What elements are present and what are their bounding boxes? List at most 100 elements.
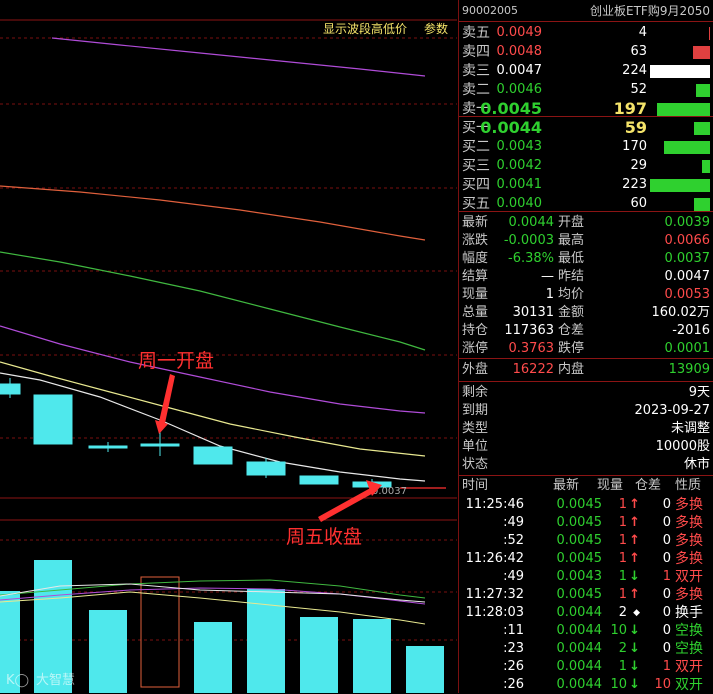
asks-level-4[interactable]: 卖二 0.0046 52 xyxy=(459,81,713,99)
tick-delta: 0 xyxy=(662,551,671,566)
stat-value: -2016 xyxy=(672,323,710,338)
bids-level-4[interactable]: 买四 0.0041 223 xyxy=(459,176,713,194)
tick-delta: 0 xyxy=(662,641,671,656)
bids-volume: 223 xyxy=(622,177,647,192)
stats-row: 现量 1 均价 0.0053 xyxy=(459,286,713,304)
stat-label: 均价 xyxy=(558,287,585,302)
stats-row: 最新 0.0044 开盘 0.0039 xyxy=(459,214,713,232)
asks-volume-bar xyxy=(650,65,710,78)
tick-price: 0.0044 xyxy=(556,623,603,638)
info-value: 2023-09-27 xyxy=(634,403,710,418)
asks-price: 0.0048 xyxy=(496,44,543,59)
stats-row: 结算 — 昨结 0.0047 xyxy=(459,268,713,286)
asks-volume: 4 xyxy=(638,25,647,40)
outer-value: 16222 xyxy=(512,362,554,377)
stats-row: 幅度 -6.38% 最低 0.0037 xyxy=(459,250,713,268)
tick-volume: 2 xyxy=(618,605,627,620)
panel-borders xyxy=(0,19,457,521)
tick-row[interactable]: 11:27:32 0.0045 1 ↑ 0 多换 xyxy=(459,586,713,604)
tick-volume: 1 xyxy=(618,659,627,674)
security-name: 创业板ETF购9月2050 xyxy=(590,4,710,18)
inner-label: 内盘 xyxy=(558,362,585,377)
tick-row[interactable]: :11 0.0044 10 ↓ 0 空换 xyxy=(459,622,713,640)
tick-delta: 0 xyxy=(662,533,671,548)
tick-row[interactable]: :52 0.0045 1 ↑ 0 多换 xyxy=(459,532,713,550)
tick-price: 0.0043 xyxy=(556,569,603,584)
watermark-logo: 大智慧 xyxy=(36,672,75,688)
tick-volume: 1 xyxy=(618,569,627,584)
bids-price: 0.0043 xyxy=(496,139,543,154)
candle-2 xyxy=(33,394,73,445)
tick-nature: 多换 xyxy=(675,497,703,513)
tick-delta: 1 xyxy=(662,569,671,584)
ma-line-orange xyxy=(0,185,426,241)
bids-price: 0.0041 xyxy=(496,177,543,192)
tick-delta: 0 xyxy=(662,587,671,602)
asks-level-1[interactable]: 卖五 0.0049 4 xyxy=(459,24,713,42)
bids-volume: 170 xyxy=(622,139,647,154)
show-wave-button[interactable]: 显示波段高低价 xyxy=(323,21,407,36)
candlestick-chart[interactable]: 显示波段高低价 参数 0.0037 周一开盘 周五收盘 大智慧 K◯ xyxy=(0,0,457,693)
bids-price: 0.0042 xyxy=(496,158,543,173)
monday-open-arrow xyxy=(158,374,175,428)
tick-row[interactable]: 11:25:46 0.0045 1 ↑ 0 多换 xyxy=(459,496,713,514)
volume-bar-3 xyxy=(89,610,127,693)
tick-row[interactable]: 11:28:03 0.0044 2 ◆ 0 换手 xyxy=(459,604,713,622)
tick-row[interactable]: :49 0.0043 1 ↓ 1 双开 xyxy=(459,568,713,586)
bids-level-3[interactable]: 买三 0.0042 29 xyxy=(459,157,713,175)
volume-bar-9 xyxy=(406,646,444,693)
volume-bar-8 xyxy=(353,619,391,693)
asks-level-3[interactable]: 卖三 0.0047 224 xyxy=(459,62,713,80)
info-label: 剩余 xyxy=(462,385,489,400)
asks-label: 卖四 xyxy=(462,44,490,60)
stat-label: 最高 xyxy=(558,233,585,248)
stat-value: -0.0003 xyxy=(503,233,554,248)
tick-nature: 空换 xyxy=(675,641,703,657)
stat-value: 0.0053 xyxy=(664,287,711,302)
candle-5 xyxy=(193,446,233,465)
tick-volume: 1 xyxy=(618,533,627,548)
stat-label: 昨结 xyxy=(558,269,585,284)
tick-price: 0.0045 xyxy=(556,587,603,602)
stat-value: 0.0044 xyxy=(508,215,555,230)
bids-volume-bar xyxy=(702,160,710,173)
arrow-down-icon: ↓ xyxy=(629,623,640,638)
tick-volume: 2 xyxy=(618,641,627,656)
tick-volume: 10 xyxy=(610,623,627,638)
stat-value: 1 xyxy=(545,287,554,302)
bids-level-2[interactable]: 买二 0.0043 170 xyxy=(459,138,713,156)
info-row: 剩余 9天 xyxy=(459,384,713,402)
tick-row[interactable]: :26 0.0044 10 ↓ 10 双开 xyxy=(459,676,713,694)
tick-row[interactable]: 11:26:42 0.0045 1 ↑ 0 多换 xyxy=(459,550,713,568)
arrow-down-icon: ↓ xyxy=(629,641,640,656)
tick-row[interactable]: :23 0.0044 2 ↓ 0 空换 xyxy=(459,640,713,658)
bids-level-1[interactable]: 买一 0.0044 59 xyxy=(459,119,713,137)
info-row: 到期 2023-09-27 xyxy=(459,402,713,420)
info-row: 状态 休市 xyxy=(459,456,713,474)
bids-volume-bar xyxy=(650,179,710,192)
tick-volume: 1 xyxy=(618,515,627,530)
stat-label: 最新 xyxy=(462,215,489,230)
tick-time: :52 xyxy=(503,533,524,548)
stat-label: 涨停 xyxy=(462,341,489,356)
bids-label: 买四 xyxy=(462,177,490,193)
tick-nature: 双开 xyxy=(675,569,703,585)
stat-value: 0.0047 xyxy=(664,269,711,284)
watermark-icon: K◯ xyxy=(6,673,29,688)
tick-nature: 多换 xyxy=(675,587,703,603)
bids-volume-bar xyxy=(694,198,710,211)
tick-row[interactable]: :49 0.0045 1 ↑ 0 多换 xyxy=(459,514,713,532)
asks-level-2[interactable]: 卖四 0.0048 63 xyxy=(459,43,713,61)
tick-time: :26 xyxy=(503,659,524,674)
asks-price: 0.0047 xyxy=(496,63,543,78)
arrow-up-icon: ↑ xyxy=(629,533,640,548)
tick-nature: 换手 xyxy=(675,605,703,621)
tick-delta: 10 xyxy=(654,677,671,692)
params-button[interactable]: 参数 xyxy=(424,21,448,36)
tick-time: :26 xyxy=(503,677,524,692)
stats-row: 总量 30131 金额 160.02万 xyxy=(459,304,713,322)
ma-line-purple-top xyxy=(51,37,426,77)
tick-row[interactable]: :26 0.0044 1 ↓ 1 双开 xyxy=(459,658,713,676)
security-code: 90002005 xyxy=(462,4,518,17)
stat-value: 0.0039 xyxy=(664,215,711,230)
